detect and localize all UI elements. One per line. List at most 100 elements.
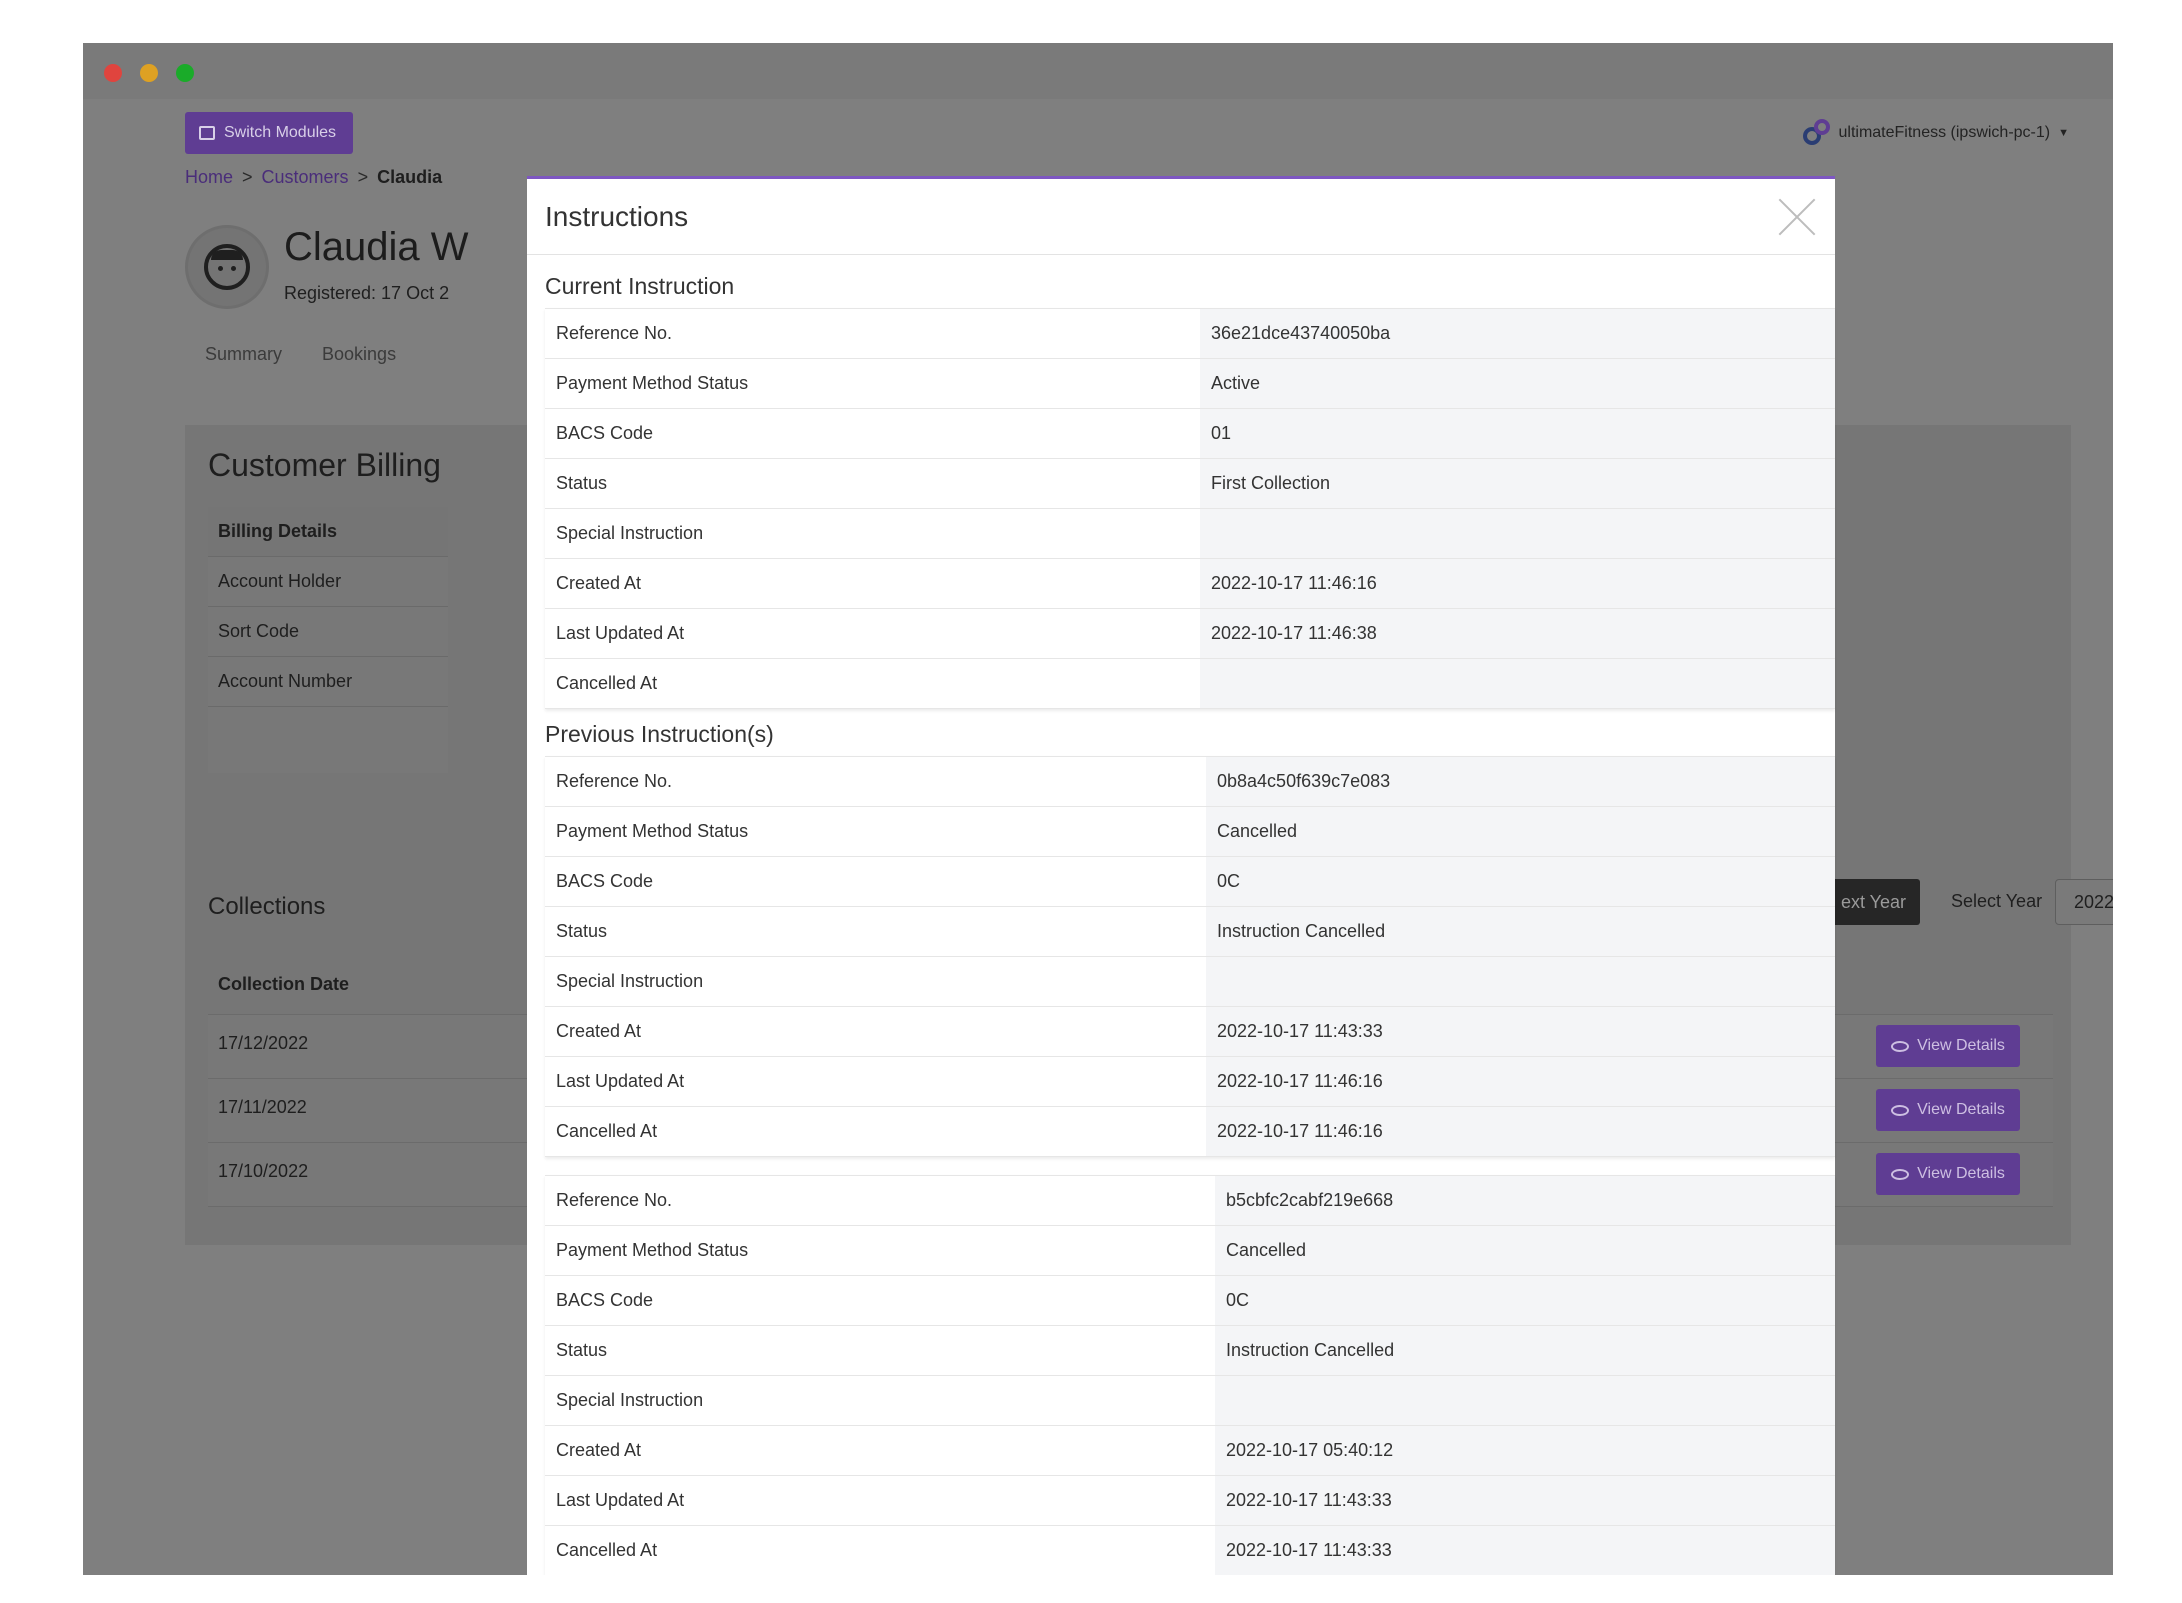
tenant-label: ultimateFitness (ipswich-pc-1) — [1838, 124, 2051, 141]
collection-date: 17/12/2022 — [218, 1033, 309, 1053]
table-row: Cancelled At 2022-10-17 11:43:33 — [545, 1525, 1835, 1575]
table-row: Cancelled At — [545, 658, 1835, 709]
customer-name: Claudia W — [284, 225, 469, 269]
field-label: Cancelled At — [545, 1525, 1215, 1575]
field-value: 0C — [1215, 1275, 1835, 1326]
field-label: Status — [545, 458, 1200, 509]
field-value: Cancelled — [1206, 806, 1835, 857]
table-row: Last Updated At 2022-10-17 11:46:16 — [545, 1056, 1835, 1107]
modal-title: Instructions — [545, 200, 689, 232]
field-value: b5cbfc2cabf219e668 — [1215, 1175, 1835, 1226]
field-label: Payment Method Status — [545, 806, 1206, 857]
table-row: Reference No. b5cbfc2cabf219e668 — [545, 1175, 1835, 1226]
collection-date: 17/11/2022 — [218, 1097, 307, 1117]
field-value: 2022-10-17 11:43:33 — [1215, 1525, 1835, 1575]
field-label: Special Instruction — [545, 1375, 1215, 1426]
field-label: Reference No. — [545, 756, 1206, 807]
maximize-window-button[interactable] — [176, 64, 194, 82]
breadcrumb-separator: > — [242, 167, 253, 187]
switch-modules-label: Switch Modules — [224, 124, 337, 141]
year-select[interactable]: 2022 ⌄ — [2055, 879, 2113, 925]
table-row: Payment Method Status Active — [545, 358, 1835, 409]
view-details-button[interactable]: View Details — [1876, 1025, 2020, 1067]
table-row: Cancelled At 2022-10-17 11:46:16 — [545, 1106, 1835, 1157]
field-value — [1215, 1375, 1835, 1426]
tenant-logo-icon — [1802, 119, 1831, 147]
view-details-label: View Details — [1917, 1101, 2005, 1118]
close-window-button[interactable] — [104, 64, 122, 82]
field-value: 2022-10-17 11:46:38 — [1200, 608, 1835, 659]
table-row: Reference No. 0b8a4c50f639c7e083 — [545, 756, 1835, 807]
close-icon[interactable] — [1777, 197, 1817, 237]
collection-date: 17/10/2022 — [218, 1161, 309, 1181]
field-label: Created At — [545, 1006, 1206, 1057]
field-value — [1200, 658, 1835, 709]
field-label: Last Updated At — [545, 1475, 1215, 1526]
breadcrumb-home[interactable]: Home — [185, 167, 233, 188]
breadcrumb-separator: > — [357, 167, 369, 187]
field-value: 01 — [1200, 408, 1835, 459]
field-value: Instruction Cancelled — [1206, 906, 1835, 957]
eye-icon — [1891, 1104, 1910, 1116]
tab-summary[interactable]: Summary — [205, 344, 282, 365]
table-row: Status Instruction Cancelled — [545, 906, 1835, 957]
field-label: Cancelled At — [545, 658, 1200, 709]
billing-details-table: Billing Details Account Holder Sort Code… — [208, 507, 448, 773]
year-select-value: 2022 — [2074, 891, 2113, 912]
billing-row: Sort Code — [208, 607, 448, 657]
current-instruction-title: Current Instruction — [545, 273, 735, 299]
modules-icon — [199, 126, 215, 140]
table-row: Status Instruction Cancelled — [545, 1325, 1835, 1376]
table-row: BACS Code 0C — [545, 1275, 1835, 1326]
table-row: BACS Code 01 — [545, 408, 1835, 459]
field-value: 2022-10-17 11:46:16 — [1206, 1056, 1835, 1107]
breadcrumb-current: Claudia — [377, 167, 443, 187]
table-row: Reference No. 36e21dce43740050ba — [545, 308, 1835, 359]
breadcrumb-customers[interactable]: Customers — [262, 167, 349, 188]
billing-footer — [208, 707, 448, 773]
billing-row: Account Holder — [208, 557, 448, 607]
view-details-label: View Details — [1917, 1165, 2005, 1182]
select-year-label: Select Year — [1951, 891, 2043, 911]
table-row: Special Instruction — [545, 508, 1835, 559]
instructions-modal: Instructions Current Instruction Referen… — [527, 176, 1835, 1575]
field-value: 2022-10-17 11:46:16 — [1206, 1106, 1835, 1157]
previous-instruction-table: Reference No. 0b8a4c50f639c7e083 Payment … — [545, 756, 1835, 1157]
view-details-label: View Details — [1917, 1037, 2005, 1054]
table-row: Created At 2022-10-17 05:40:12 — [545, 1425, 1835, 1476]
field-label: Last Updated At — [545, 1056, 1206, 1107]
view-details-button[interactable]: View Details — [1876, 1153, 2020, 1195]
field-label: Payment Method Status — [545, 358, 1200, 409]
view-details-button[interactable]: View Details — [1876, 1089, 2020, 1131]
field-label: Last Updated At — [545, 608, 1200, 659]
customer-tabs: Summary Bookings — [205, 344, 396, 365]
table-row: Status First Collection — [545, 458, 1835, 509]
field-value: 0b8a4c50f639c7e083 — [1206, 756, 1835, 807]
eye-icon — [1891, 1168, 1910, 1180]
field-value — [1200, 508, 1835, 559]
field-value: Cancelled — [1215, 1225, 1835, 1276]
switch-modules-button[interactable]: Switch Modules — [185, 112, 353, 154]
minimize-window-button[interactable] — [140, 64, 158, 82]
field-value: First Collection — [1200, 458, 1835, 509]
table-row: BACS Code 0C — [545, 856, 1835, 907]
table-row: Special Instruction — [545, 956, 1835, 1007]
panel-title: Customer Billing — [208, 447, 441, 483]
browser-window: Switch Modules ultimateFitness (ipswich-… — [83, 43, 2113, 1575]
avatar — [185, 225, 269, 309]
tab-bookings[interactable]: Bookings — [322, 344, 396, 365]
field-value: 2022-10-17 11:43:33 — [1206, 1006, 1835, 1057]
modal-body: Current Instruction Reference No. 36e21dc… — [527, 273, 1835, 1575]
previous-instruction-table: Reference No. b5cbfc2cabf219e668 Payment … — [545, 1175, 1835, 1575]
user-face-icon — [204, 244, 250, 290]
tenant-selector[interactable]: ultimateFitness (ipswich-pc-1) ▼ — [1802, 119, 2069, 147]
collections-title: Collections — [208, 893, 326, 920]
table-row: Last Updated At 2022-10-17 11:43:33 — [545, 1475, 1835, 1526]
eye-icon — [1891, 1040, 1910, 1052]
table-row: Special Instruction — [545, 1375, 1835, 1426]
field-label: Reference No. — [545, 1175, 1215, 1226]
field-label: Status — [545, 906, 1206, 957]
field-label: BACS Code — [545, 856, 1206, 907]
field-value: Active — [1200, 358, 1835, 409]
modal-header: Instructions — [527, 179, 1835, 255]
